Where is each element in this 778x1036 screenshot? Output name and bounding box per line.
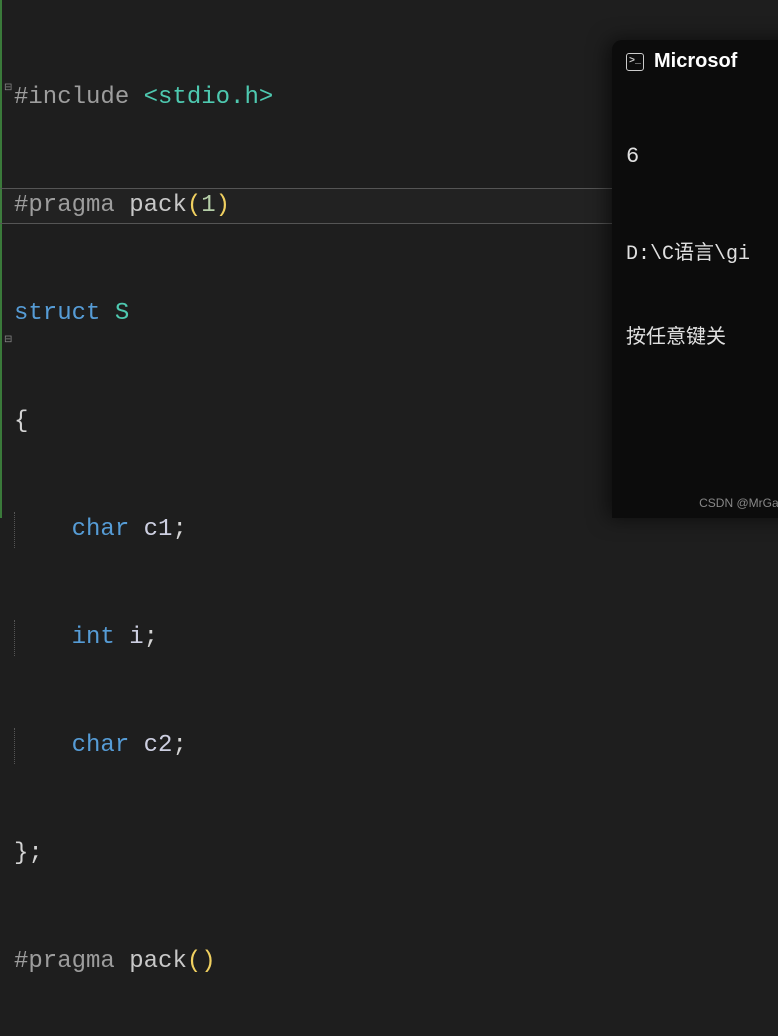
type: int [72,624,115,651]
program-path: D:\C语言\gi [626,241,778,269]
program-output: 6 [626,143,778,185]
preprocessor: #pragma [14,948,115,975]
type-name: S [115,300,129,327]
code-area[interactable]: #include <stdio.h> #pragma pack(1) struc… [14,8,547,1036]
include-path: <stdio.h> [144,84,274,111]
fold-gutter[interactable]: ⊟ ⊟ [2,0,14,518]
terminal-output[interactable]: 6 D:\C语言\gi 按任意键关 [612,79,778,417]
terminal-titlebar[interactable]: >_ Microsof [612,40,778,79]
terminal-window[interactable]: >_ Microsof 6 D:\C语言\gi 按任意键关 CSDN @MrGa… [612,40,778,518]
terminal-icon: >_ [626,53,644,71]
press-any-key: 按任意键关 [626,325,778,353]
watermark: CSDN @MrGaomq [699,496,778,510]
terminal-title: Microsof [654,50,737,73]
fold-toggle-icon[interactable]: ⊟ [4,334,12,345]
type: char [72,516,130,543]
fold-toggle-icon[interactable]: ⊟ [4,82,12,93]
type: char [72,732,130,759]
keyword: struct [14,300,100,327]
preprocessor: #include [14,84,129,111]
preprocessor: #pragma [14,192,115,219]
